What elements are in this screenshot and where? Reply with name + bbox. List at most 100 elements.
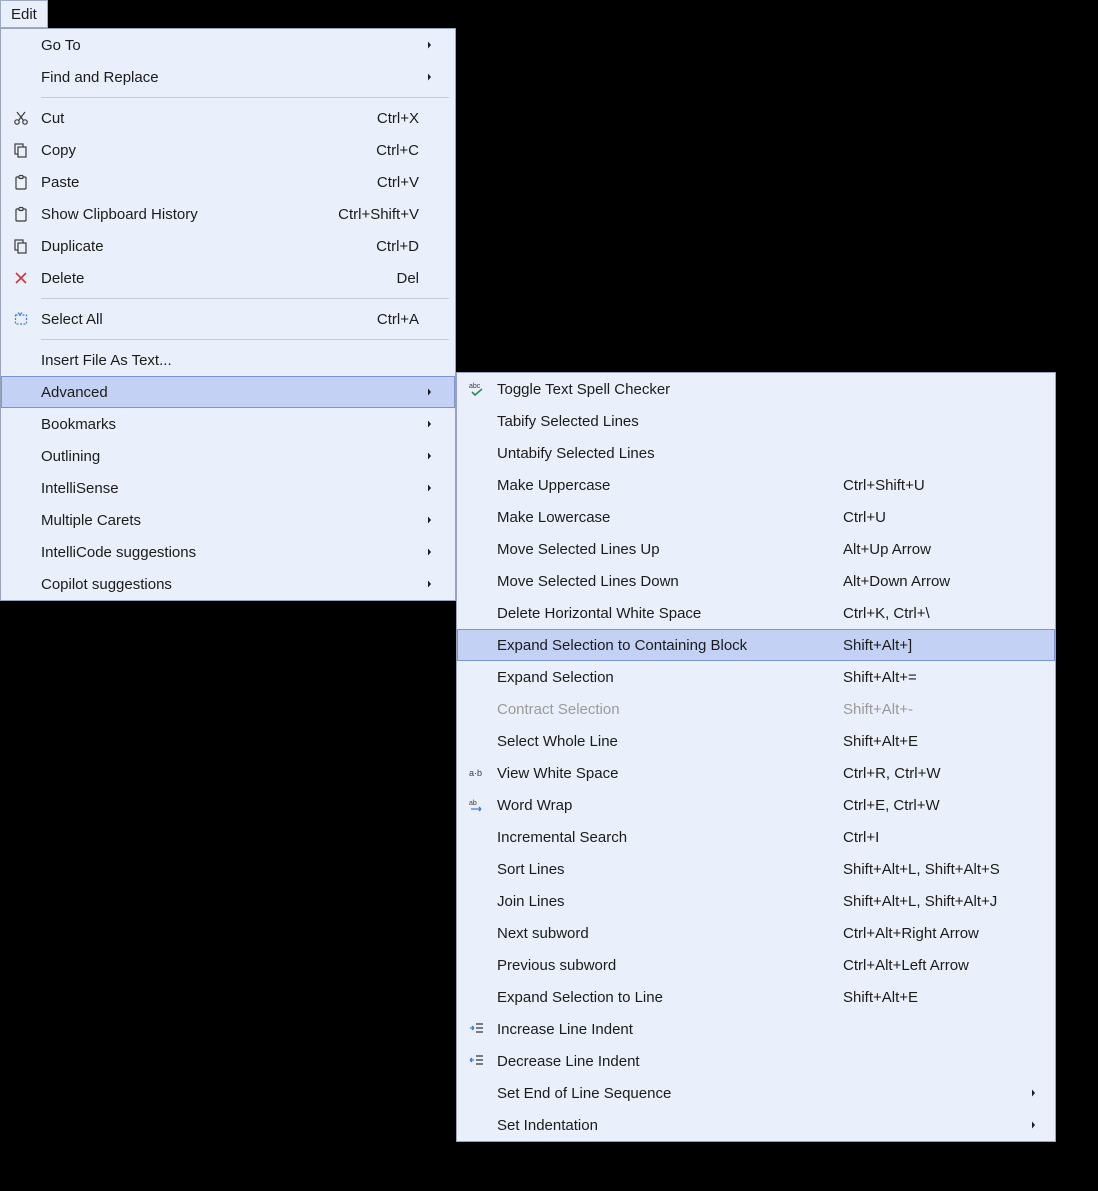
menu-item-prevsubword[interactable]: Previous subwordCtrl+Alt+Left Arrow [457,949,1055,981]
menu-item-wordwrap[interactable]: Word Wrap Ctrl+E, Ctrl+W [457,789,1055,821]
menu-item-intellicodesuggestions[interactable]: IntelliCode suggestions [1,536,455,568]
menu-item-label: Decrease Line Indent [497,1053,827,1070]
menu-item-shortcut: Shift+Alt+] [843,637,1023,654]
menu-item-label: Increase Line Indent [497,1021,827,1038]
menu-item-eolseq[interactable]: Set End of Line Sequence [457,1077,1055,1109]
menu-item-shortcut: Ctrl+I [843,829,1023,846]
menu-item-increaseindent[interactable]: Increase Line Indent [457,1013,1055,1045]
menu-item-label: Go To [41,37,403,54]
abc-check-icon [457,381,497,397]
menu-item-label: IntelliCode suggestions [41,544,403,561]
submenu-arrow-icon [427,39,441,51]
menu-item-shortcut: Ctrl+C [376,142,419,159]
menu-item-label: Untabify Selected Lines [497,445,827,462]
menu-item-goto[interactable]: Go To [1,29,455,61]
menu-item-outlining[interactable]: Outlining [1,440,455,472]
menu-item-multiplecarets[interactable]: Multiple Carets [1,504,455,536]
menu-item-label: Sort Lines [497,861,827,878]
menu-item-label: Insert File As Text... [41,352,403,369]
menu-item-shortcut: Ctrl+Shift+V [338,206,419,223]
menu-item-incsearch[interactable]: Incremental SearchCtrl+I [457,821,1055,853]
menu-item-label: Expand Selection to Line [497,989,827,1006]
menu-item-label: Expand Selection to Containing Block [497,637,827,654]
menu-item-label: Join Lines [497,893,827,910]
menu-item-label: Copilot suggestions [41,576,403,593]
menu-item-moveup[interactable]: Move Selected Lines UpAlt+Up Arrow [457,533,1055,565]
submenu-arrow-icon [427,450,441,462]
menu-item-expandsel[interactable]: Expand Selection Shift+Alt+= [457,661,1055,693]
menu-item-expandtoline[interactable]: Expand Selection to Line Shift+Alt+E [457,981,1055,1013]
menu-item-label: View White Space [497,765,827,782]
menu-item-untabify[interactable]: Untabify Selected Lines [457,437,1055,469]
menu-item-viewws[interactable]: View White Space Ctrl+R, Ctrl+W [457,757,1055,789]
menu-item-joinlines[interactable]: Join Lines Shift+Alt+L, Shift+Alt+J [457,885,1055,917]
menu-item-insertfile[interactable]: Insert File As Text... [1,344,455,376]
menu-item-shortcut: Shift+Alt+E [843,989,1023,1006]
menu-item-nextsubword[interactable]: Next subwordCtrl+Alt+Right Arrow [457,917,1055,949]
menu-item-label: Set Indentation [497,1117,827,1134]
menu-item-label: Delete Horizontal White Space [497,605,827,622]
cut-icon [1,110,41,126]
menu-item-findreplace[interactable]: Find and Replace [1,61,455,93]
menu-item-label: Word Wrap [497,797,827,814]
menu-item-clipboardhistory[interactable]: Show Clipboard History Ctrl+Shift+V [1,198,455,230]
menu-item-label: Set End of Line Sequence [497,1085,827,1102]
menu-item-selectall[interactable]: Select AllCtrl+A [1,303,455,335]
menu-item-label: Expand Selection [497,669,827,686]
submenu-arrow-icon [427,514,441,526]
menu-item-uppercase[interactable]: Make UppercaseCtrl+Shift+U [457,469,1055,501]
submenu-arrow-icon [427,482,441,494]
menu-item-expandblock[interactable]: Expand Selection to Containing Block Shif… [457,629,1055,661]
submenu-arrow-icon [427,418,441,430]
advanced-submenu: Toggle Text Spell CheckerTabify Selected… [456,372,1056,1142]
menu-item-shortcut: Alt+Down Arrow [843,573,1023,590]
menu-item-label: Delete [41,270,380,287]
menu-item-label: Multiple Carets [41,512,403,529]
menu-item-label: Select All [41,311,361,328]
menu-item-tabify[interactable]: Tabify Selected Lines [457,405,1055,437]
menu-item-label: Bookmarks [41,416,403,433]
menu-item-intellisense[interactable]: IntelliSense [1,472,455,504]
adotb-icon [457,765,497,781]
submenu-arrow-icon [427,71,441,83]
menu-item-label: IntelliSense [41,480,403,497]
menu-item-copy[interactable]: Copy Ctrl+C [1,134,455,166]
menu-item-shortcut: Ctrl+R, Ctrl+W [843,765,1023,782]
menu-item-shortcut: Shift+Alt+= [843,669,1023,686]
menubar-edit[interactable]: Edit [0,0,48,28]
menu-item-shortcut: Shift+Alt+L, Shift+Alt+J [843,893,1023,910]
selectall-icon [1,311,41,327]
menu-item-cut[interactable]: CutCtrl+X [1,102,455,134]
menu-item-duplicate[interactable]: DuplicateCtrl+D [1,230,455,262]
menu-item-copilotsuggestions[interactable]: Copilot suggestions [1,568,455,600]
submenu-arrow-icon [427,578,441,590]
delete-icon [1,270,41,286]
menu-item-spellchecker[interactable]: Toggle Text Spell Checker [457,373,1055,405]
menu-item-decreaseindent[interactable]: Decrease Line Indent [457,1045,1055,1077]
menu-item-shortcut: Ctrl+K, Ctrl+\ [843,605,1023,622]
menu-item-label: Duplicate [41,238,360,255]
menu-item-movedown[interactable]: Move Selected Lines Down Alt+Down Arrow [457,565,1055,597]
menu-item-label: Select Whole Line [497,733,827,750]
menu-item-contractsel: Contract SelectionShift+Alt+- [457,693,1055,725]
menu-item-selwholeline[interactable]: Select Whole Line Shift+Alt+E [457,725,1055,757]
menu-item-deletehws[interactable]: Delete Horizontal White Space Ctrl+K, Ctr… [457,597,1055,629]
menu-item-label: Next subword [497,925,827,942]
menu-item-label: Previous subword [497,957,827,974]
menu-item-label: Make Uppercase [497,477,827,494]
menu-item-label: Copy [41,142,360,159]
menu-item-label: Show Clipboard History [41,206,322,223]
menu-item-label: Move Selected Lines Up [497,541,827,558]
menu-item-bookmarks[interactable]: Bookmarks [1,408,455,440]
menu-item-label: Move Selected Lines Down [497,573,827,590]
menu-item-sortlines[interactable]: Sort LinesShift+Alt+L, Shift+Alt+S [457,853,1055,885]
menu-item-paste[interactable]: PasteCtrl+V [1,166,455,198]
menu-item-advanced[interactable]: Advanced [1,376,455,408]
menu-item-shortcut: Ctrl+E, Ctrl+W [843,797,1023,814]
menu-item-delete[interactable]: DeleteDel [1,262,455,294]
submenu-arrow-icon [1031,1087,1041,1099]
menu-item-shortcut: Shift+Alt+E [843,733,1023,750]
menu-item-lowercase[interactable]: Make LowercaseCtrl+U [457,501,1055,533]
menu-item-label: Make Lowercase [497,509,827,526]
menu-item-setindentation[interactable]: Set Indentation [457,1109,1055,1141]
